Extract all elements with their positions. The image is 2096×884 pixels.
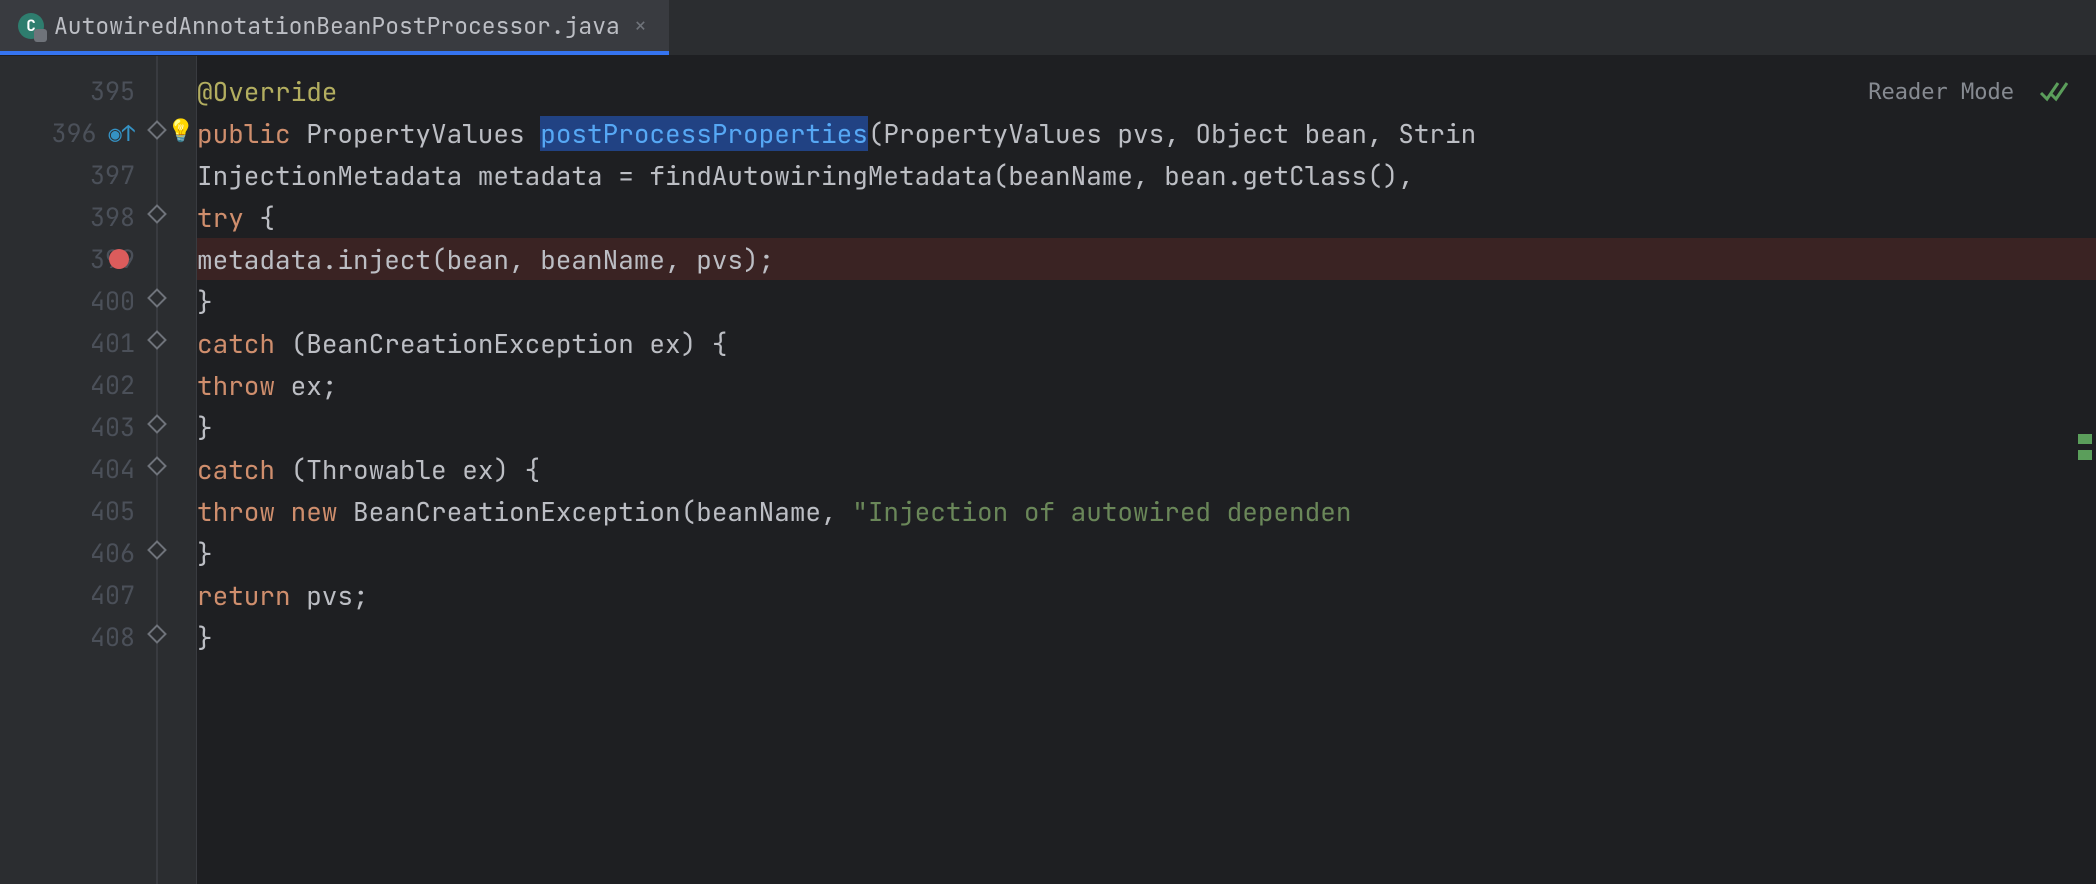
breakpoint-icon[interactable] — [109, 249, 129, 269]
brace: } — [197, 536, 213, 571]
code-line[interactable]: InjectionMetadata metadata = findAutowir… — [197, 154, 2096, 196]
fold-marker-icon[interactable] — [147, 624, 167, 644]
line-number: 408 — [83, 620, 135, 654]
gutter-row[interactable]: 395 — [0, 70, 147, 112]
gutter-row[interactable]: 404 — [0, 448, 147, 490]
gutter: 395 396 ◉↑ 397 398 399 400 401 402 403 4… — [0, 56, 147, 884]
code-line[interactable]: } — [197, 280, 2096, 322]
gutter-row[interactable]: 403 — [0, 406, 147, 448]
keyword: catch — [197, 326, 275, 361]
fold-marker-icon[interactable] — [147, 204, 167, 224]
code-line[interactable]: } — [197, 532, 2096, 574]
editor: C AutowiredAnnotationBeanPostProcessor.j… — [0, 0, 2096, 884]
line-number: 398 — [83, 200, 135, 234]
code-line-breakpoint[interactable]: metadata.inject(bean, beanName, pvs); — [197, 238, 2096, 280]
gutter-row[interactable]: 396 ◉↑ — [0, 112, 147, 154]
stripe-marker[interactable] — [2078, 434, 2092, 444]
code-line[interactable]: public PropertyValues postProcessPropert… — [197, 112, 2096, 154]
close-icon[interactable]: × — [630, 11, 651, 40]
fold-marker-icon[interactable] — [147, 120, 167, 140]
code-line[interactable]: catch (BeanCreationException ex) { — [197, 322, 2096, 364]
code: ex; — [275, 368, 337, 403]
code-line[interactable]: try { — [197, 196, 2096, 238]
annotation: @Override — [197, 74, 337, 109]
string: "Injection of autowired dependen — [852, 494, 1351, 529]
code: (BeanCreationException ex) { — [275, 326, 727, 361]
class-icon: C — [18, 13, 44, 39]
keyword: public — [197, 116, 306, 151]
fold-marker-icon[interactable] — [147, 540, 167, 560]
gutter-row[interactable]: 402 — [0, 364, 147, 406]
fold-gutter — [147, 56, 197, 884]
method-call: findAutowiringMetadata — [649, 158, 992, 193]
code: BeanCreationException(beanName, — [353, 494, 852, 529]
line-number: 402 — [83, 368, 135, 402]
stripe-marker[interactable] — [2078, 450, 2092, 460]
code: (Throwable ex) { — [275, 452, 540, 487]
type: PropertyValues — [306, 116, 540, 151]
line-number: 404 — [83, 452, 135, 486]
keyword: try — [197, 200, 244, 235]
code: InjectionMetadata metadata = — [197, 158, 649, 193]
line-number: 403 — [83, 410, 135, 444]
keyword: return — [197, 578, 291, 613]
fold-marker-icon[interactable] — [147, 456, 167, 476]
gutter-row[interactable]: 397 — [0, 154, 147, 196]
code-line[interactable]: throw ex; — [197, 364, 2096, 406]
brace: } — [197, 284, 213, 319]
code: (beanName, bean.getClass(), — [993, 158, 1414, 193]
gutter-row[interactable]: 398 — [0, 196, 147, 238]
file-tab[interactable]: C AutowiredAnnotationBeanPostProcessor.j… — [0, 0, 669, 55]
method-name-selected: postProcessProperties — [540, 116, 868, 151]
gutter-row[interactable]: 406 — [0, 532, 147, 574]
gutter-row[interactable]: 400 — [0, 280, 147, 322]
tab-bar: C AutowiredAnnotationBeanPostProcessor.j… — [0, 0, 2096, 56]
gutter-row[interactable]: 408 — [0, 616, 147, 658]
reader-mode-label[interactable]: Reader Mode — [1868, 80, 2014, 105]
intention-bulb-icon[interactable]: 💡 — [167, 116, 194, 145]
override-icon[interactable]: ◉↑ — [109, 119, 135, 148]
gutter-row[interactable]: 399 — [0, 238, 147, 280]
line-number: 397 — [83, 158, 135, 192]
code-line[interactable]: } — [197, 406, 2096, 448]
brace: { — [244, 200, 275, 235]
code-line[interactable]: } — [197, 616, 2096, 658]
brace: } — [197, 410, 213, 445]
keyword: new — [291, 494, 353, 529]
error-stripe[interactable] — [2076, 56, 2094, 884]
line-number: 395 — [83, 74, 135, 108]
code-line[interactable]: return pvs; — [197, 574, 2096, 616]
keyword: throw — [197, 494, 291, 529]
line-number: 396 — [45, 116, 97, 150]
code-content[interactable]: @Override public PropertyValues postProc… — [197, 56, 2096, 884]
fold-marker-icon[interactable] — [147, 330, 167, 350]
gutter-row[interactable]: 405 — [0, 490, 147, 532]
gutter-row[interactable]: 407 — [0, 574, 147, 616]
code: pvs; — [291, 578, 369, 613]
params: (PropertyValues pvs, Object bean, Strin — [868, 116, 1476, 151]
fold-marker-icon[interactable] — [147, 288, 167, 308]
line-number: 407 — [83, 578, 135, 612]
code-line[interactable]: @Override — [197, 70, 2096, 112]
keyword: catch — [197, 452, 275, 487]
code-area: 💡 Reader Mode 395 396 ◉↑ 397 398 399 400… — [0, 56, 2096, 884]
line-number: 401 — [83, 326, 135, 360]
brace: } — [197, 620, 213, 655]
tab-filename: AutowiredAnnotationBeanPostProcessor.jav… — [54, 11, 620, 41]
keyword: throw — [197, 368, 275, 403]
gutter-row[interactable]: 401 — [0, 322, 147, 364]
inspection-check-icon[interactable] — [2038, 78, 2068, 116]
line-number: 406 — [83, 536, 135, 570]
code: metadata.inject(bean, beanName, pvs); — [197, 242, 774, 277]
fold-marker-icon[interactable] — [147, 414, 167, 434]
line-number: 400 — [83, 284, 135, 318]
code-line[interactable]: catch (Throwable ex) { — [197, 448, 2096, 490]
code-line[interactable]: throw new BeanCreationException(beanName… — [197, 490, 2096, 532]
line-number: 405 — [83, 494, 135, 528]
